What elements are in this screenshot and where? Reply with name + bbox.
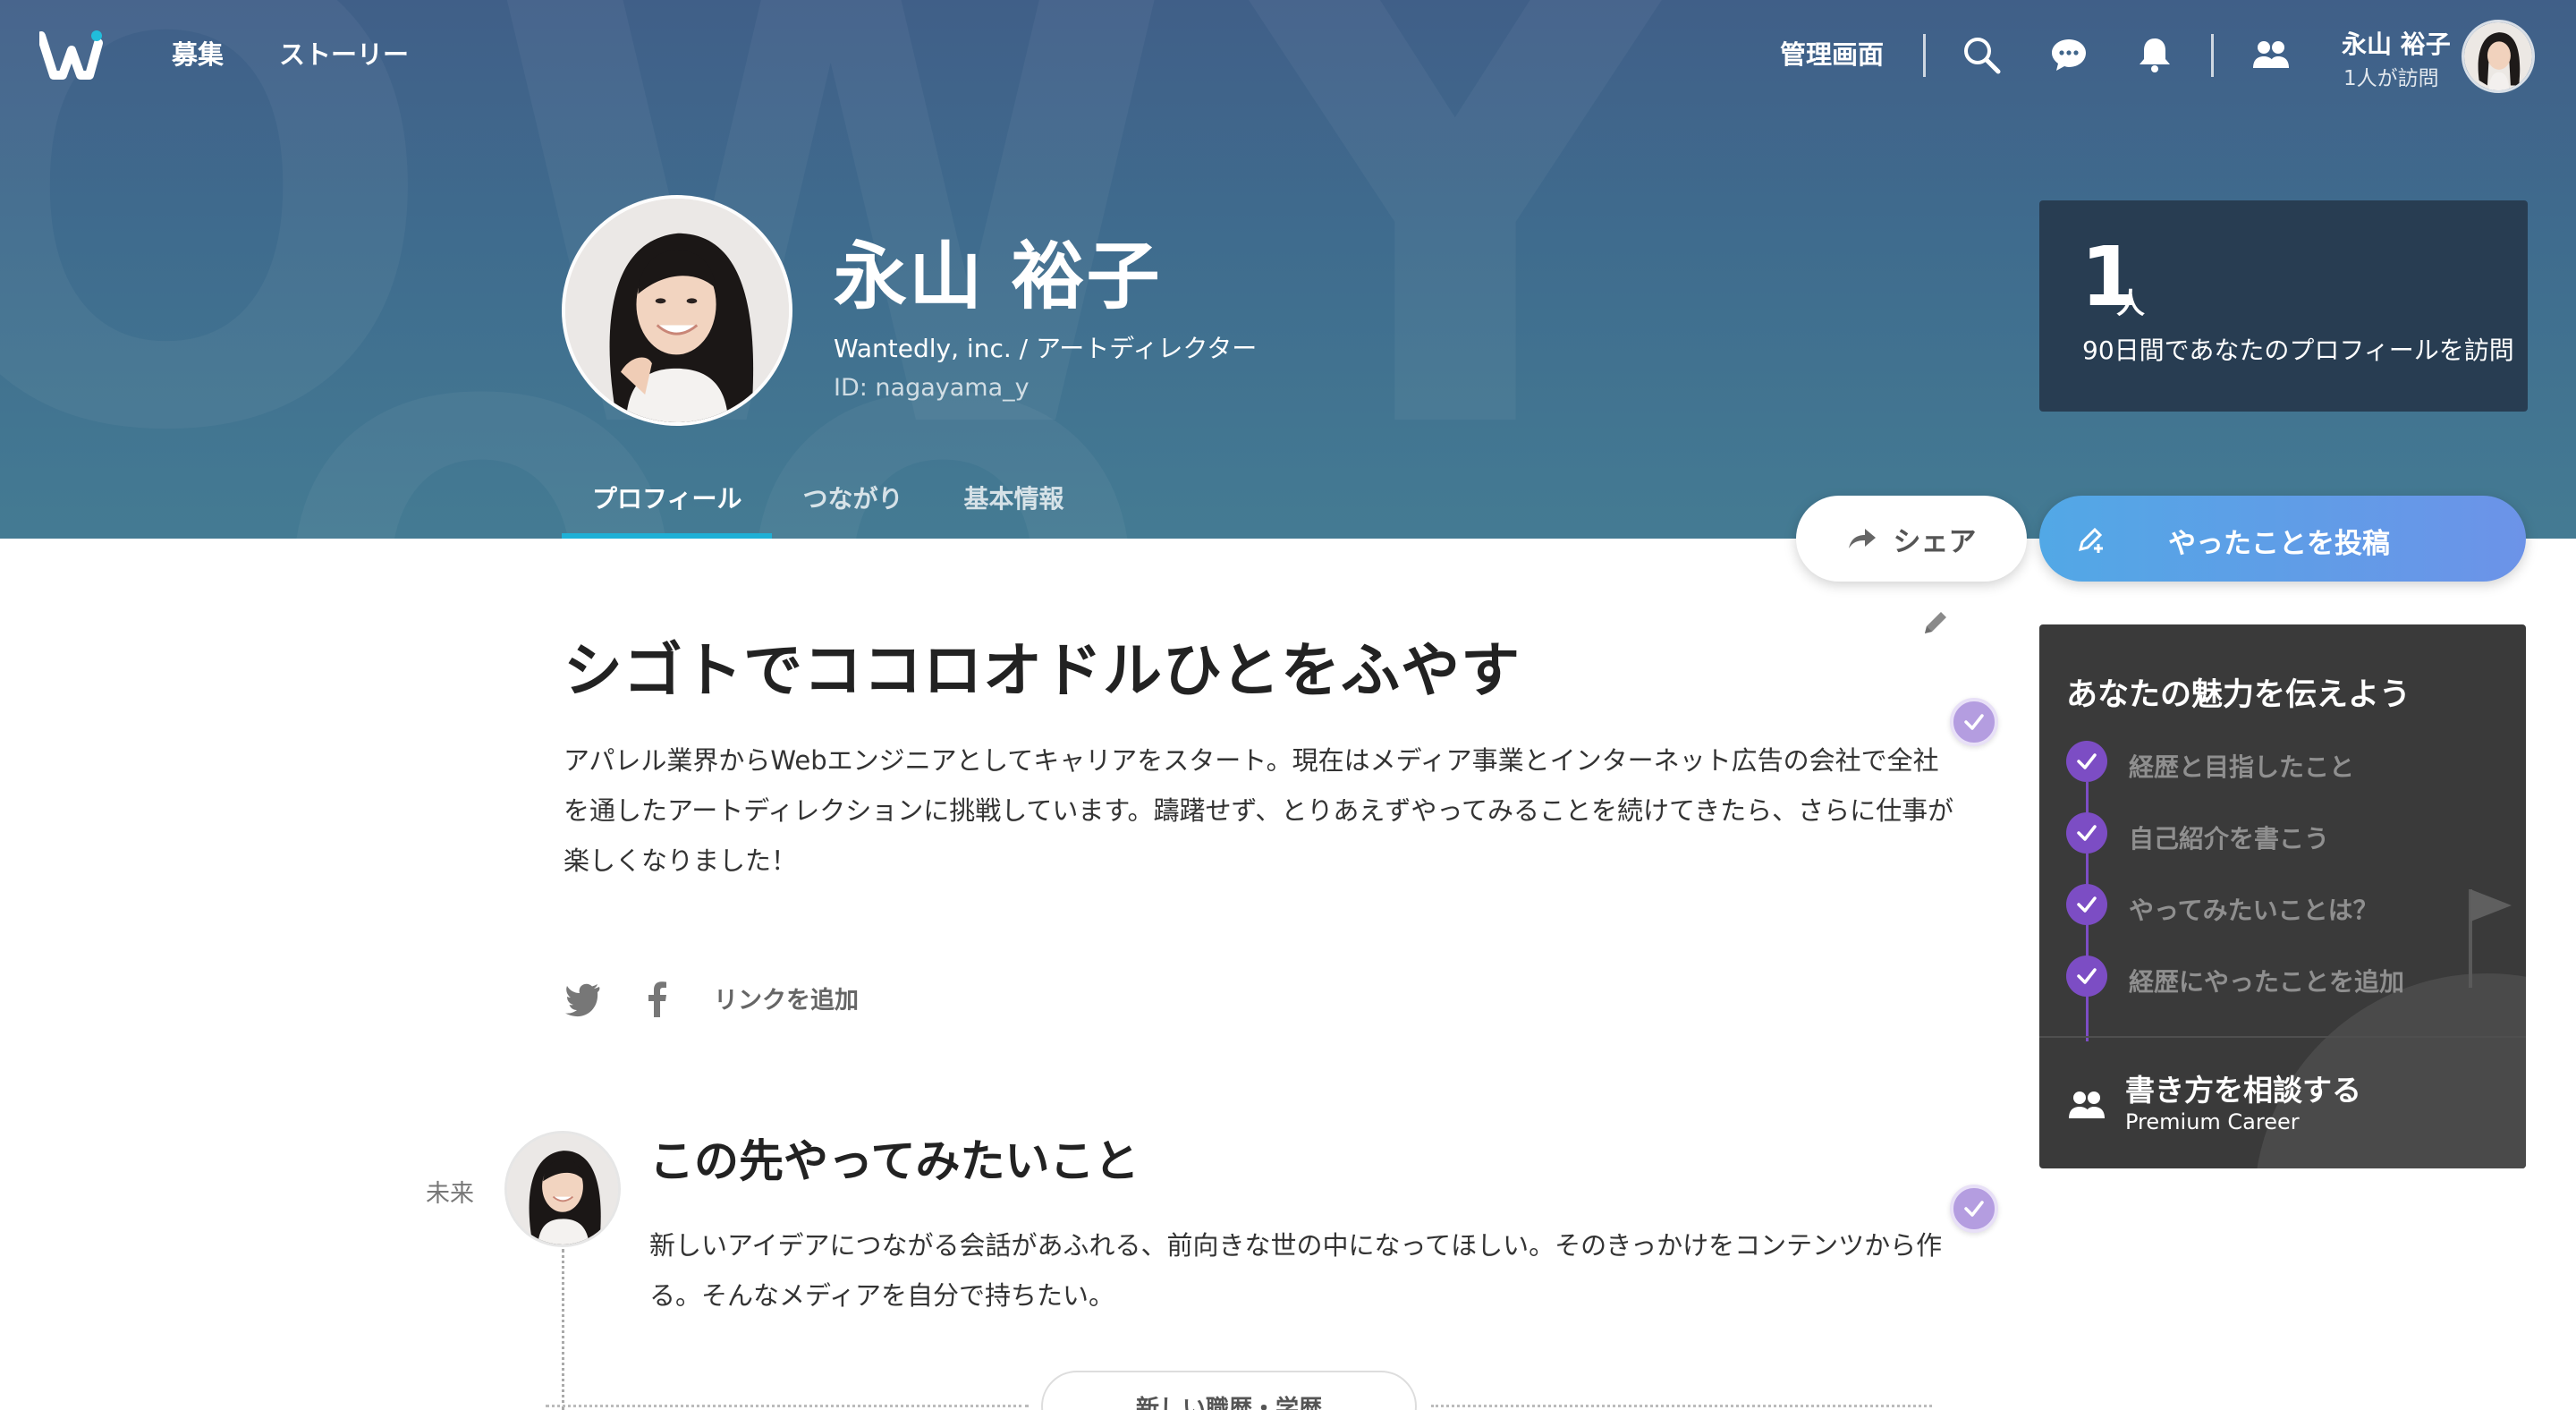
- chat-icon[interactable]: [2048, 34, 2089, 75]
- check-icon: [2066, 812, 2107, 854]
- profile-name: 永山 裕子: [834, 234, 1162, 319]
- tips-item[interactable]: 経歴にやったことを追加: [2066, 956, 2496, 1000]
- profile-avatar[interactable]: [562, 195, 792, 426]
- check-icon: [2066, 884, 2107, 925]
- add-link-button[interactable]: リンクを追加: [714, 981, 859, 1015]
- profile-tips-panel: あなたの魅力を伝えよう 経歴と目指したこと 自己紹介を書こう やってみたいことは…: [2039, 624, 2526, 1168]
- tab-connections[interactable]: つながり: [772, 474, 933, 539]
- consult-subtitle: Premium Career: [2125, 1109, 2300, 1134]
- tips-item-label: やってみたいことは？: [2129, 896, 2378, 925]
- profile-tabs: プロフィール つながり 基本情報: [562, 474, 1094, 539]
- profile-user-id: ID: nagayama_y: [834, 374, 1030, 402]
- nav-stories[interactable]: ストーリー: [279, 34, 409, 72]
- tips-item[interactable]: 経歴と目指したこと: [2066, 741, 2496, 786]
- visitor-unit: 人: [2116, 286, 2146, 320]
- top-navigation-bar: 募集 ストーリー 管理画面 永山 裕子 1人が訪問: [0, 0, 2576, 107]
- timeline-dotted-separator: [546, 1405, 1029, 1407]
- people-icon: [2069, 1091, 2105, 1118]
- share-button[interactable]: シェア: [1796, 496, 2027, 582]
- wantedly-logo-icon[interactable]: [37, 30, 104, 81]
- tips-item-label: 自己紹介を書こう: [2129, 824, 2330, 854]
- profile-company-role[interactable]: Wantedly, inc. / アートディレクター: [834, 329, 1257, 365]
- social-links: リンクを追加: [564, 975, 859, 1020]
- pen-plus-icon: [2078, 527, 2103, 553]
- bell-icon[interactable]: [2134, 34, 2175, 75]
- add-career-button[interactable]: 新しい職歴・学歴: [1041, 1371, 1417, 1410]
- nav-recruit[interactable]: 募集: [172, 34, 224, 72]
- nav-admin[interactable]: 管理画面: [1780, 34, 1884, 72]
- profile-visitors-card[interactable]: 1 人 90日間であなたのプロフィールを訪問: [2039, 200, 2528, 412]
- people-icon[interactable]: [2250, 34, 2292, 75]
- search-icon[interactable]: [1961, 34, 2002, 75]
- timeline-label-future: 未来: [426, 1180, 474, 1208]
- topbar-divider: [2211, 34, 2214, 77]
- current-user-avatar[interactable]: [2462, 20, 2535, 93]
- tips-item[interactable]: やってみたいことは？: [2066, 884, 2496, 929]
- current-user-name[interactable]: 永山 裕子: [2342, 25, 2451, 61]
- current-user-visits: 1人が訪問: [2343, 67, 2439, 90]
- facebook-icon[interactable]: [639, 978, 678, 1017]
- topbar-divider: [1923, 34, 1926, 77]
- check-icon: [2066, 741, 2107, 782]
- timeline-avatar: [504, 1131, 621, 1247]
- tab-profile[interactable]: プロフィール: [562, 474, 773, 539]
- tips-item-label: 経歴にやったことを追加: [2129, 967, 2405, 997]
- post-activity-label: やったことを投稿: [2168, 528, 2390, 560]
- tab-basic-info[interactable]: 基本情報: [933, 474, 1094, 539]
- consult-title: 書き方を相談する: [2125, 1073, 2361, 1108]
- post-activity-button[interactable]: やったことを投稿: [2039, 496, 2526, 582]
- future-section-title: この先やってみたいこと: [649, 1135, 1140, 1187]
- share-arrow-icon: [1848, 529, 1876, 548]
- share-button-label: シェア: [1893, 525, 1977, 558]
- consult-writing-link[interactable]: 書き方を相談する Premium Career: [2039, 1038, 2526, 1168]
- profile-headline: シゴトでココロオドルひとをふやす: [564, 636, 1521, 705]
- timeline-dotted-separator: [1431, 1405, 1932, 1407]
- future-section-body: 新しいアイデアにつながる会話があふれる、前向きな世の中になってほしい。そのきっか…: [649, 1230, 1943, 1311]
- twitter-icon[interactable]: [564, 978, 603, 1017]
- check-icon: [2066, 956, 2107, 997]
- add-career-label: 新しい職歴・学歴: [1135, 1396, 1322, 1410]
- profile-header: OWY OO 募集 ストーリー 管理画面 永山 裕子 1人が訪問: [0, 0, 2576, 539]
- visitor-description: 90日間であなたのプロフィールを訪問: [2082, 336, 2514, 365]
- profile-introduction: アパレル業界からWebエンジニアとしてキャリアをスタート。現在はメディア事業とイ…: [564, 745, 1954, 876]
- tips-item[interactable]: 自己紹介を書こう: [2066, 812, 2496, 857]
- pencil-edit-icon[interactable]: [1918, 605, 1953, 641]
- tips-title: あなたの魅力を伝えよう: [2066, 677, 2411, 713]
- tips-item-label: 経歴と目指したこと: [2129, 752, 2355, 782]
- timeline-connector: [562, 1249, 564, 1410]
- future-complete-check-icon: [1950, 1185, 1998, 1233]
